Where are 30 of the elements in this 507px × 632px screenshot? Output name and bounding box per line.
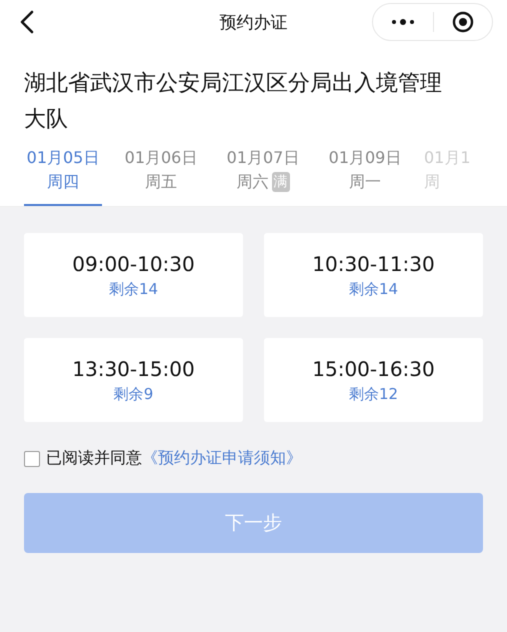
tab-date: 01月07日	[226, 147, 300, 169]
full-badge: 满	[272, 172, 290, 192]
date-tab[interactable]: 01月07日 周六 满	[220, 146, 306, 206]
page-title: 预约办证	[220, 12, 288, 34]
slot-remaining: 剩余12	[348, 384, 398, 404]
time-slot-card[interactable]: 10:30-11:30 剩余14	[264, 233, 483, 317]
agreement-text: 已阅读并同意	[46, 448, 142, 469]
slot-remaining: 剩余9	[114, 384, 154, 404]
slot-remaining: 剩余14	[108, 280, 158, 298]
agreement-link[interactable]: 《预约办证申请须知》	[142, 448, 302, 469]
tab-date: 01月09日	[328, 147, 402, 169]
time-slot-card[interactable]: 13:30-15:00 剩余9	[24, 338, 243, 422]
slot-time: 10:30-11:30	[312, 252, 435, 276]
date-tab[interactable]: 01月06日 周五	[118, 146, 204, 206]
tab-weekday: 周六	[236, 171, 268, 193]
tab-weekday: 周四	[47, 171, 79, 193]
office-name: 湖北省武汉市公安局江汉区分局出入境管理大队	[23, 70, 443, 134]
slot-remaining: 剩余14	[348, 280, 398, 298]
slot-time: 13:30-15:00	[72, 356, 195, 380]
tab-date: 01月05日	[26, 147, 100, 169]
tab-date: 01月06日	[124, 147, 198, 169]
tab-weekday: 周五	[145, 171, 177, 193]
checkbox[interactable]	[24, 450, 40, 466]
slot-time: 09:00-10:30	[72, 252, 195, 276]
tab-weekday: 周一	[349, 171, 381, 193]
time-slot-card[interactable]: 09:00-10:30 剩余14	[24, 233, 243, 317]
slot-time: 15:00-16:30	[312, 356, 435, 380]
date-tab[interactable]: 01月09日 周一	[322, 146, 408, 206]
time-slot-card[interactable]: 15:00-16:30 剩余12	[264, 338, 483, 422]
back-icon[interactable]	[20, 10, 34, 34]
